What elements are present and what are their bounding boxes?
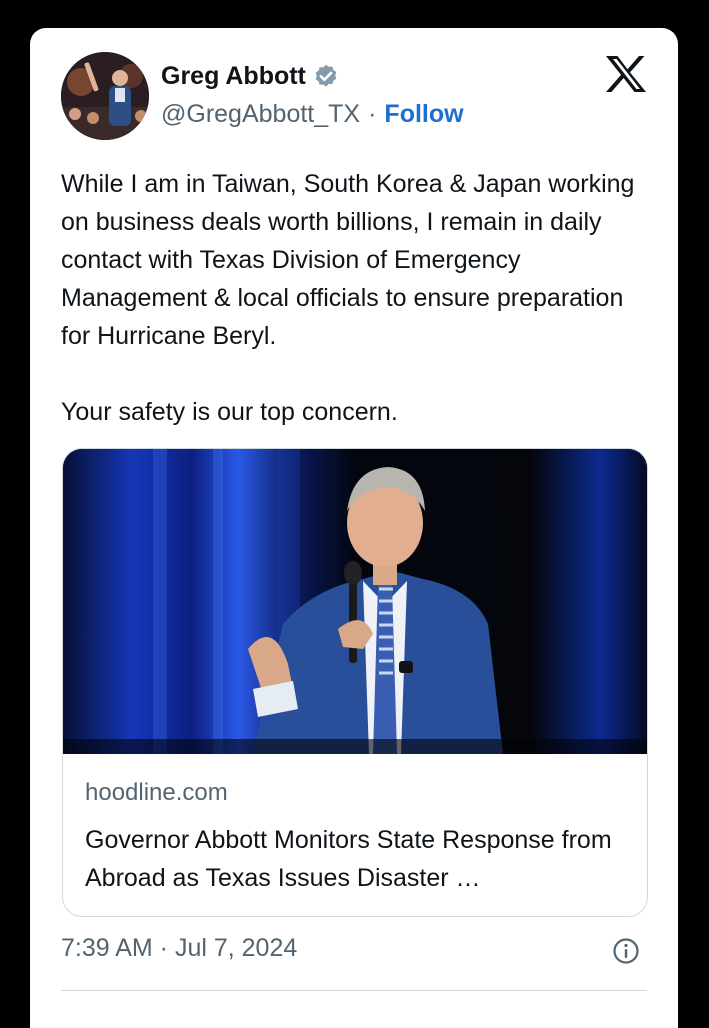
tweet-card: Greg Abbott @GregAbbott_TX · Follow Whil… xyxy=(30,28,678,1028)
link-title: Governor Abbott Monitors State Response … xyxy=(85,826,612,892)
avatar[interactable] xyxy=(61,52,149,140)
link-preview-card[interactable]: hoodline.com Governor Abbott Monitors St… xyxy=(62,448,648,917)
author-handle[interactable]: @GregAbbott_TX xyxy=(161,100,360,129)
author-name[interactable]: Greg Abbott xyxy=(161,62,306,91)
author-name-row: Greg Abbott xyxy=(161,62,340,91)
x-logo-icon[interactable] xyxy=(604,54,648,94)
tweet-paragraph-2: Your safety is our top concern. xyxy=(61,398,398,426)
link-domain: hoodline.com xyxy=(85,779,228,806)
link-preview-image[interactable] xyxy=(63,449,647,754)
verified-badge-icon xyxy=(312,63,340,91)
divider xyxy=(61,990,647,991)
tweet-timestamp[interactable]: 7:39 AM · Jul 7, 2024 xyxy=(61,934,297,963)
tweet-paragraph-1: While I am in Taiwan, South Korea & Japa… xyxy=(61,170,635,350)
separator-dot: · xyxy=(368,100,377,128)
info-icon[interactable] xyxy=(612,937,640,965)
follow-button[interactable]: Follow xyxy=(384,100,463,129)
handle-row: @GregAbbott_TX · Follow xyxy=(161,100,464,129)
tweet-text: While I am in Taiwan, South Korea & Japa… xyxy=(61,165,641,431)
